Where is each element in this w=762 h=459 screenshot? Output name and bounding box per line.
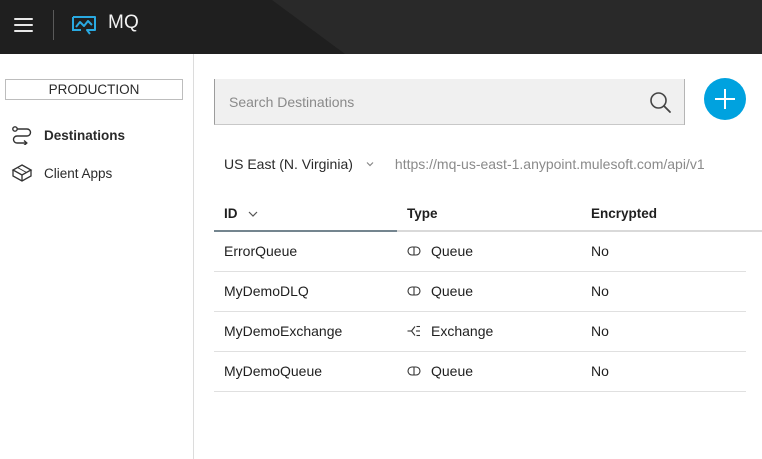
table-row[interactable]: MyDemoDLQ Queue No xyxy=(214,272,746,312)
queue-icon xyxy=(407,286,421,296)
main-content: US East (N. Virginia) https://mq-us-east… xyxy=(195,54,762,459)
cell-encrypted: No xyxy=(591,283,609,299)
cell-id: MyDemoDLQ xyxy=(224,283,309,299)
cell-type-label: Exchange xyxy=(431,323,494,339)
search-box xyxy=(214,79,685,125)
sidebar-item-client-apps[interactable]: Client Apps xyxy=(10,161,185,185)
region-row: US East (N. Virginia) https://mq-us-east… xyxy=(224,154,705,174)
cell-id: MyDemoExchange xyxy=(224,323,343,339)
chevron-down-icon xyxy=(366,162,374,167)
cell-encrypted: No xyxy=(591,243,609,259)
top-bar: MQ xyxy=(0,0,762,54)
app-title: MQ xyxy=(108,12,140,33)
cell-type: Exchange xyxy=(407,323,493,339)
search-divider xyxy=(684,79,685,125)
add-destination-button[interactable] xyxy=(704,78,746,120)
queue-icon xyxy=(407,366,421,376)
search-icon[interactable] xyxy=(648,90,672,114)
cell-type: Queue xyxy=(407,283,473,299)
region-url: https://mq-us-east-1.anypoint.mulesoft.c… xyxy=(394,156,705,172)
table-body: ErrorQueue Queue No MyDemoDLQ Queue No M… xyxy=(214,232,762,392)
column-header-label: ID xyxy=(224,206,238,221)
queue-icon xyxy=(407,246,421,256)
sidebar: PRODUCTION Destinations Client Apps xyxy=(0,54,194,459)
destinations-icon xyxy=(10,124,34,146)
column-header-label: Type xyxy=(407,206,438,221)
sidebar-item-label: Client Apps xyxy=(44,165,113,181)
column-header-type[interactable]: Type xyxy=(407,206,438,221)
table-row[interactable]: ErrorQueue Queue No xyxy=(214,232,746,272)
sidebar-item-label: Destinations xyxy=(44,127,126,143)
client-apps-icon xyxy=(10,162,34,184)
topbar-divider xyxy=(53,10,54,40)
plus-icon xyxy=(715,89,735,109)
cell-type-label: Queue xyxy=(431,243,474,259)
region-select[interactable]: US East (N. Virginia) xyxy=(224,156,375,172)
cell-type-label: Queue xyxy=(431,283,474,299)
sort-chevron-down-icon xyxy=(248,211,257,217)
cell-type: Queue xyxy=(407,363,473,379)
cell-id: ErrorQueue xyxy=(224,243,298,259)
exchange-icon xyxy=(407,325,420,337)
table-row[interactable]: MyDemoExchange Exchange No xyxy=(214,312,746,352)
sidebar-item-destinations[interactable]: Destinations xyxy=(10,123,185,147)
search-input[interactable] xyxy=(229,79,629,125)
cell-encrypted: No xyxy=(591,363,609,379)
mq-logo-icon xyxy=(72,16,96,35)
column-header-id[interactable]: ID xyxy=(224,206,258,221)
region-name: US East (N. Virginia) xyxy=(224,156,353,172)
column-header-label: Encrypted xyxy=(591,206,658,221)
destinations-table: ID Type Encrypted ErrorQueue Queue No My… xyxy=(214,196,762,392)
table-row[interactable]: MyDemoQueue Queue No xyxy=(214,352,746,392)
environment-badge[interactable]: PRODUCTION xyxy=(5,79,183,100)
cell-type-label: Queue xyxy=(431,363,474,379)
cell-id: MyDemoQueue xyxy=(224,363,323,379)
cell-encrypted: No xyxy=(591,323,609,339)
hamburger-menu-icon[interactable] xyxy=(12,15,36,37)
table-header: ID Type Encrypted xyxy=(214,196,762,232)
column-header-encrypted[interactable]: Encrypted xyxy=(591,206,657,221)
cell-type: Queue xyxy=(407,243,473,259)
